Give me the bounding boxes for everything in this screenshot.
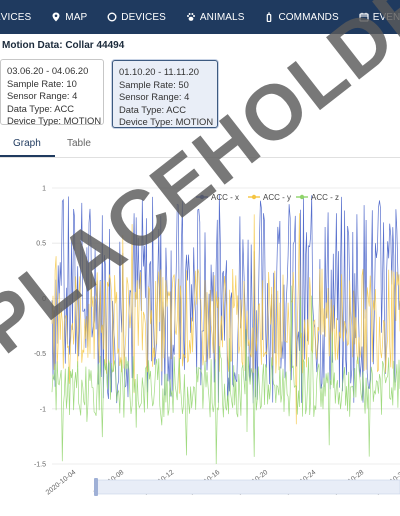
nav-label: COMMANDS (278, 11, 339, 23)
circle-icon (107, 12, 117, 22)
y-tick-label: -1.5 (34, 462, 46, 469)
card-sample-rate: Sample Rate: 50 (119, 78, 189, 90)
card-data-type: Data Type: ACC (119, 103, 187, 115)
zoom-handle-left[interactable] (94, 478, 98, 496)
chart-legend[interactable]: ACC - x ACC - y ACC - z (196, 193, 339, 202)
motion-chart[interactable]: 10.50-0.5-1-1.5 2020-10-042020-10-082020… (0, 170, 400, 516)
legend-marker (251, 194, 257, 200)
nav-map[interactable]: MAP (41, 0, 97, 34)
paw-icon (186, 13, 195, 21)
y-tick-label: 1 (42, 186, 46, 193)
nav-label: ANIMALS (199, 11, 245, 23)
antenna-icon (267, 12, 272, 22)
card-data-type: Data Type: ACC (7, 102, 75, 114)
data-card-selected[interactable]: 01.10.20 - 11.11.20 Sample Rate: 50 Sens… (112, 60, 218, 128)
y-tick-label: 0 (42, 296, 46, 303)
tab-graph[interactable]: Graph (13, 138, 41, 149)
view-tabs: Graph Table (0, 132, 400, 158)
y-tick-label: -0.5 (34, 351, 46, 358)
legend-label: ACC - z (311, 193, 339, 202)
x-tick-label: 2020-10-04 (45, 469, 78, 497)
map-pin-icon (52, 12, 60, 22)
card-device-type: Device Type: MOTION (7, 115, 102, 126)
y-axis-ticks: 1 0.5 0 -0.5 -1 -1.5 (34, 186, 46, 469)
zoom-slider[interactable] (94, 478, 400, 496)
page-title: Motion Data: Collar 44494 (2, 40, 125, 51)
nav-animals[interactable]: ANIMALS (176, 0, 255, 34)
active-tab-indicator (0, 155, 55, 157)
nav-commands[interactable]: COMMANDS (254, 0, 348, 34)
data-card[interactable]: 03.06.20 - 04.06.20 Sample Rate: 10 Sens… (0, 59, 104, 126)
legend-marker (299, 194, 305, 200)
chart-svg: 10.50-0.5-1-1.5 2020-10-042020-10-082020… (34, 186, 400, 497)
card-date-range: 01.10.20 - 11.11.20 (119, 66, 199, 77)
top-nav: EVICES MAP DEVICES ANIMALS COMMANDS EVEN… (0, 0, 400, 34)
nav-devices-partial[interactable]: EVICES (0, 0, 41, 34)
calendar-icon (359, 12, 369, 22)
nav-label: MAP (65, 11, 88, 23)
card-sensor-range: Sensor Range: 4 (119, 91, 190, 102)
card-sensor-range: Sensor Range: 4 (7, 90, 78, 101)
card-date-range: 03.06.20 - 04.06.20 (7, 65, 89, 76)
y-tick-label: 0.5 (36, 241, 46, 248)
legend-marker (199, 194, 205, 200)
card-sample-rate: Sample Rate: 10 (7, 77, 77, 89)
legend-label: ACC - y (263, 193, 291, 202)
legend-label: ACC - x (211, 193, 239, 202)
card-device-type: Device Type: MOTION (119, 116, 214, 127)
zoom-track[interactable] (95, 479, 400, 495)
nav-devices[interactable]: DEVICES (97, 0, 176, 34)
tab-table[interactable]: Table (67, 138, 91, 149)
nav-label: EVICES (0, 11, 32, 23)
nav-events[interactable]: EVENTS (349, 0, 400, 34)
y-tick-label: -1 (40, 406, 46, 413)
nav-label: EVENTS (372, 11, 400, 23)
nav-label: DEVICES (121, 11, 166, 23)
